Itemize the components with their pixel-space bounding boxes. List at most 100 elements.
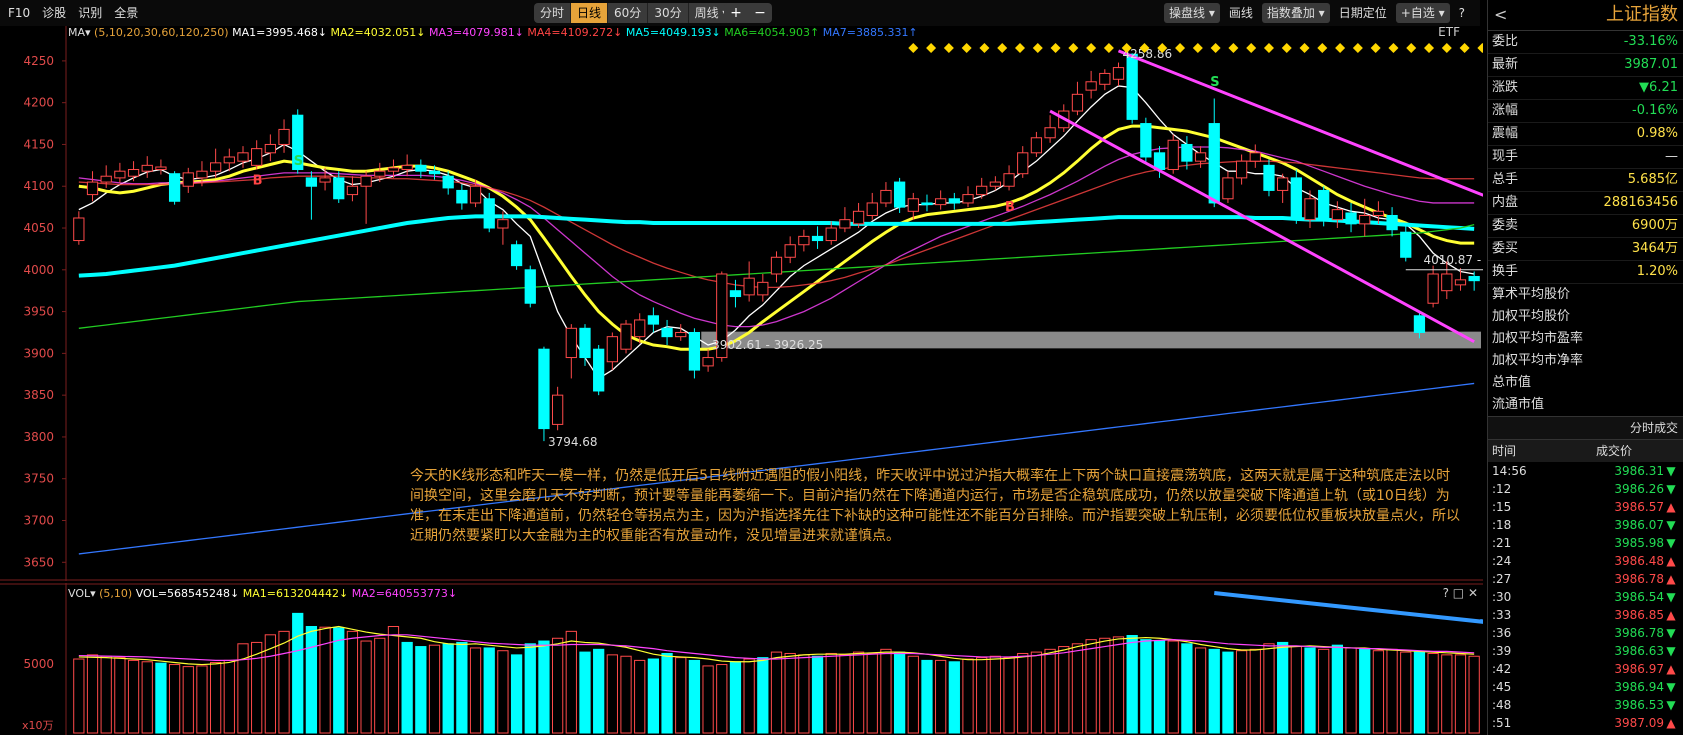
period-tab-0[interactable]: 分时: [534, 3, 572, 23]
volume-bar[interactable]: [675, 657, 687, 734]
volume-bar[interactable]: [401, 641, 413, 734]
candle[interactable]: [593, 345, 605, 396]
toolbar-right-item-0[interactable]: 操盘线 ▾: [1164, 3, 1220, 23]
volume-bar[interactable]: [100, 655, 112, 734]
candle[interactable]: [483, 192, 495, 233]
back-icon[interactable]: <: [1494, 0, 1507, 30]
volume-bar[interactable]: [510, 654, 523, 734]
volume-bar[interactable]: [1140, 639, 1152, 734]
volume-bar[interactable]: [1359, 648, 1371, 734]
volume-bar[interactable]: [606, 654, 618, 734]
volume-bar[interactable]: [497, 650, 509, 734]
candle[interactable]: [524, 265, 536, 308]
volume-bar[interactable]: [839, 654, 851, 734]
volume-bar[interactable]: [1222, 651, 1234, 734]
index-metric-link[interactable]: 总市值: [1488, 372, 1683, 394]
toolbar-right-item-5[interactable]: ?: [1454, 3, 1470, 23]
period-tab-1[interactable]: 日线: [571, 3, 609, 23]
volume-bar[interactable]: [620, 655, 632, 734]
volume-bar[interactable]: [1345, 647, 1357, 734]
volume-bar[interactable]: [1386, 648, 1398, 734]
index-metric-link[interactable]: 流通市值: [1488, 394, 1683, 416]
volume-bar[interactable]: [948, 661, 960, 734]
volume-bar[interactable]: [852, 651, 865, 734]
volume-bar[interactable]: [1372, 650, 1385, 734]
volume-bar[interactable]: [360, 640, 372, 734]
volume-bar[interactable]: [1030, 651, 1043, 734]
toolbar-item-2[interactable]: 识别: [78, 0, 102, 26]
volume-bar[interactable]: [1413, 651, 1426, 734]
candle[interactable]: [168, 171, 181, 205]
volume-bar[interactable]: [798, 654, 810, 734]
candle[interactable]: [620, 319, 632, 354]
candle[interactable]: [1290, 169, 1302, 224]
volume-bar[interactable]: [292, 612, 304, 734]
volume-bar[interactable]: [811, 655, 824, 734]
volume-bar[interactable]: [729, 661, 742, 734]
volume-bar[interactable]: [784, 652, 796, 734]
volume-bar[interactable]: [1331, 644, 1343, 734]
candle[interactable]: [1126, 53, 1138, 124]
toolbar-item-3[interactable]: 全景: [114, 0, 138, 26]
volume-bar[interactable]: [634, 659, 646, 734]
volume-bar[interactable]: [73, 658, 85, 734]
volume-bar[interactable]: [469, 647, 482, 734]
volume-bar[interactable]: [374, 637, 386, 734]
volume-bar[interactable]: [168, 664, 181, 734]
volume-bar[interactable]: [1454, 654, 1467, 734]
volume-bar[interactable]: [893, 651, 906, 734]
period-tab-3[interactable]: 30分: [648, 3, 689, 23]
candle[interactable]: [538, 346, 550, 442]
vol-panel-controls[interactable]: ? □ ✕: [1443, 586, 1478, 600]
volume-bar[interactable]: [114, 657, 126, 734]
volume-bar[interactable]: [182, 666, 194, 734]
volume-bar[interactable]: [1085, 639, 1097, 734]
trades-list[interactable]: 14:56 3986.31 ▼:12 3986.26 ▼:15 3986.57 ▲:18 39…: [1488, 462, 1683, 732]
volume-bar[interactable]: [1468, 655, 1480, 734]
volume-bar[interactable]: [757, 657, 769, 734]
volume-bar[interactable]: [333, 627, 345, 734]
volume-bar[interactable]: [415, 646, 427, 734]
volume-bar[interactable]: [346, 630, 359, 734]
zoom-out-button[interactable]: −: [748, 3, 772, 23]
volume-bar[interactable]: [1249, 648, 1261, 734]
volume-bar[interactable]: [1003, 657, 1015, 734]
toolbar-right-item-2[interactable]: 指数叠加 ▾: [1261, 3, 1330, 23]
volume-bar[interactable]: [155, 662, 167, 734]
volume-bar[interactable]: [86, 654, 99, 734]
volume-bar[interactable]: [1126, 635, 1138, 734]
candle[interactable]: [1140, 117, 1152, 163]
volume-bar[interactable]: [428, 644, 441, 734]
volume-bar[interactable]: [921, 659, 933, 734]
volume-bar[interactable]: [1304, 647, 1316, 734]
volume-bar[interactable]: [1427, 652, 1439, 734]
volume-bar[interactable]: [825, 652, 837, 734]
volume-bar[interactable]: [1318, 648, 1330, 734]
volume-bar[interactable]: [1167, 640, 1179, 734]
candle[interactable]: [1167, 134, 1179, 174]
volume-bar[interactable]: [442, 643, 454, 734]
volume-bar[interactable]: [456, 641, 468, 734]
volume-bar[interactable]: [524, 643, 536, 734]
volume-bar[interactable]: [1099, 637, 1111, 734]
volume-bar[interactable]: [1208, 648, 1220, 734]
toolbar-right-item-4[interactable]: +自选 ▾: [1395, 3, 1450, 23]
volume-bar[interactable]: [1153, 640, 1166, 734]
volume-bar[interactable]: [688, 659, 701, 734]
volume-bar[interactable]: [976, 657, 988, 734]
volume-bar[interactable]: [743, 658, 755, 734]
volume-bar[interactable]: [127, 659, 140, 734]
candle[interactable]: [1263, 159, 1275, 197]
volume-bar[interactable]: [962, 658, 974, 734]
volume-bar[interactable]: [1181, 643, 1193, 734]
volume-bar[interactable]: [305, 626, 318, 734]
toolbar-item-0[interactable]: F10: [8, 0, 30, 26]
volume-bar[interactable]: [1400, 651, 1412, 734]
volume-bar[interactable]: [196, 665, 208, 734]
index-metric-link[interactable]: 算术平均股价: [1488, 284, 1683, 306]
toolbar-right-item-3[interactable]: 日期定位: [1334, 3, 1392, 23]
volume-bar[interactable]: [935, 659, 947, 734]
volume-bar[interactable]: [1044, 648, 1056, 734]
period-tab-2[interactable]: 60分: [608, 3, 649, 23]
volume-bar[interactable]: [1263, 643, 1275, 734]
